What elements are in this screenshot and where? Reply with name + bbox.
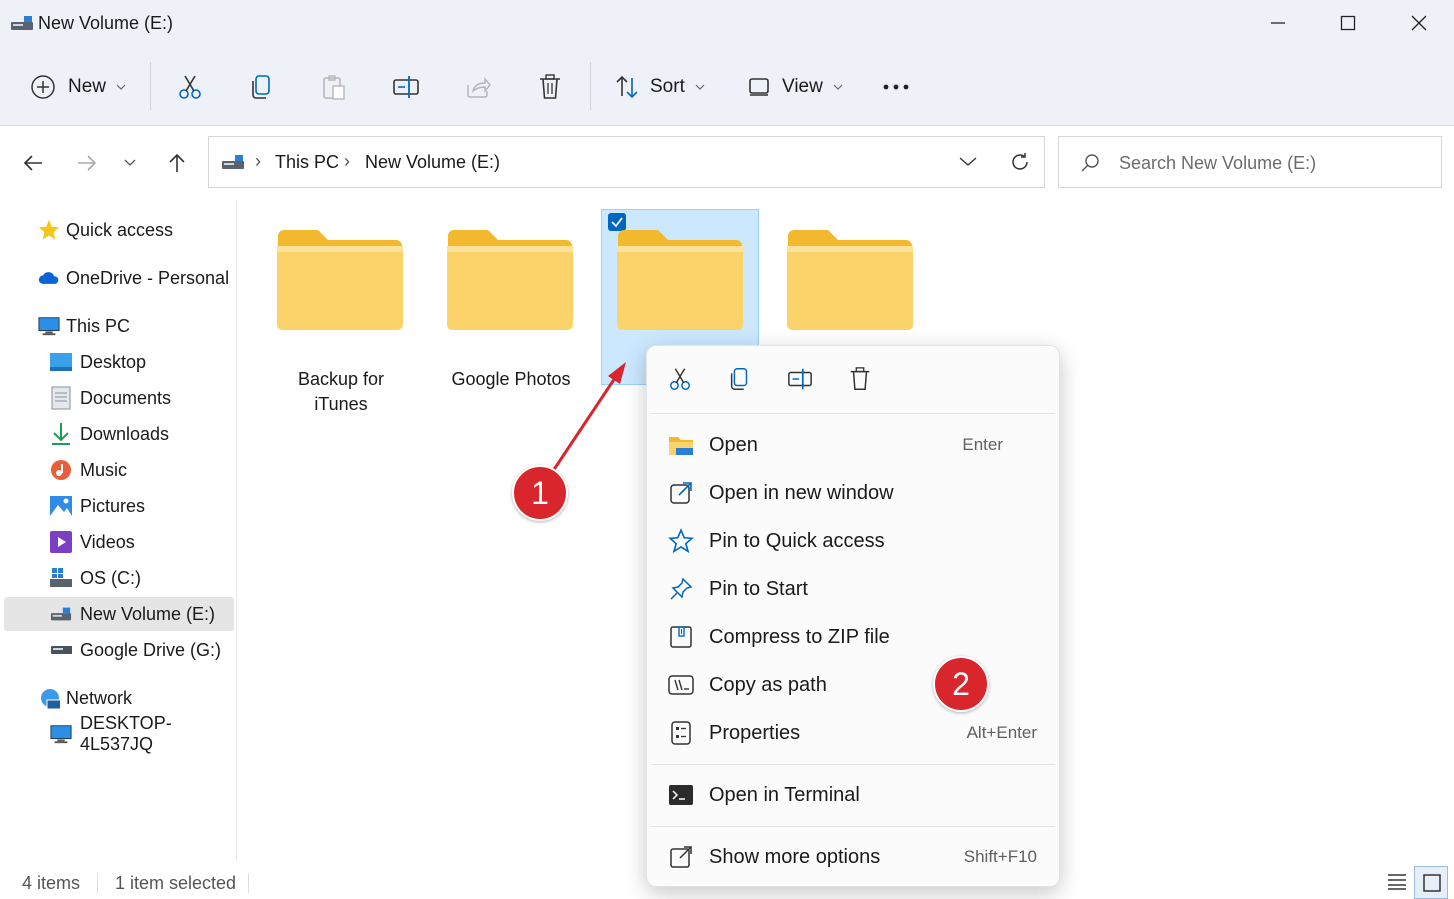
copy-icon — [730, 368, 748, 390]
menu-item-open-terminal[interactable]: Open in Terminal — [647, 773, 1059, 817]
menu-item-open[interactable]: Open Enter — [647, 423, 1059, 467]
menu-item-label: Copy as path — [709, 673, 827, 696]
open-new-window-icon — [667, 479, 695, 507]
zip-icon — [667, 623, 695, 651]
menu-item-label: Compress to ZIP file — [709, 625, 890, 648]
annotation-arrowhead-1 — [608, 362, 626, 384]
menu-item-show-more-options[interactable]: Show more options Shift+F10 — [647, 835, 1059, 879]
copy-path-icon — [667, 671, 695, 699]
annotation-badge-1: 1 — [512, 465, 568, 521]
context-menu: Open Enter Open in new window Pin to Qui… — [646, 345, 1060, 887]
menu-item-label: Open in new window — [709, 481, 894, 504]
pin-icon — [667, 575, 695, 603]
menu-separator — [651, 826, 1055, 827]
annotation-badge-2: 2 — [933, 656, 989, 712]
menu-separator — [651, 764, 1055, 765]
annotation-arrow-1 — [551, 371, 621, 472]
menu-item-label: Show more options — [709, 845, 881, 868]
menu-item-label: Open in Terminal — [709, 783, 860, 806]
folder-open-icon — [667, 431, 695, 459]
menu-item-shortcut: Alt+Enter — [966, 723, 1037, 742]
menu-separator — [651, 413, 1055, 414]
menu-item-label: Properties — [709, 721, 801, 744]
menu-item-label: Pin to Start — [709, 577, 808, 600]
menu-delete-button[interactable] — [847, 366, 875, 394]
menu-rename-button[interactable] — [787, 366, 815, 394]
rename-icon — [788, 368, 812, 390]
menu-item-shortcut: Enter — [962, 435, 1003, 454]
terminal-icon — [667, 781, 695, 809]
menu-copy-button[interactable] — [727, 366, 755, 394]
menu-item-label: Pin to Quick access — [709, 529, 885, 552]
menu-item-open-new-window[interactable]: Open in new window — [647, 471, 1059, 515]
expand-icon — [667, 843, 695, 871]
scissors-icon — [669, 368, 691, 390]
star-outline-icon — [667, 527, 695, 555]
properties-icon — [667, 719, 695, 747]
trash-icon — [850, 367, 870, 390]
menu-item-pin-start[interactable]: Pin to Start — [647, 567, 1059, 611]
menu-item-pin-quick-access[interactable]: Pin to Quick access — [647, 519, 1059, 563]
menu-cut-button[interactable] — [667, 366, 695, 394]
menu-item-properties[interactable]: Properties Alt+Enter — [647, 711, 1059, 755]
menu-item-copy-path[interactable]: Copy as path — [647, 663, 1059, 707]
menu-item-shortcut: Shift+F10 — [963, 847, 1037, 866]
menu-item-label: Open — [709, 433, 758, 456]
menu-item-compress-zip[interactable]: Compress to ZIP file — [647, 615, 1059, 659]
